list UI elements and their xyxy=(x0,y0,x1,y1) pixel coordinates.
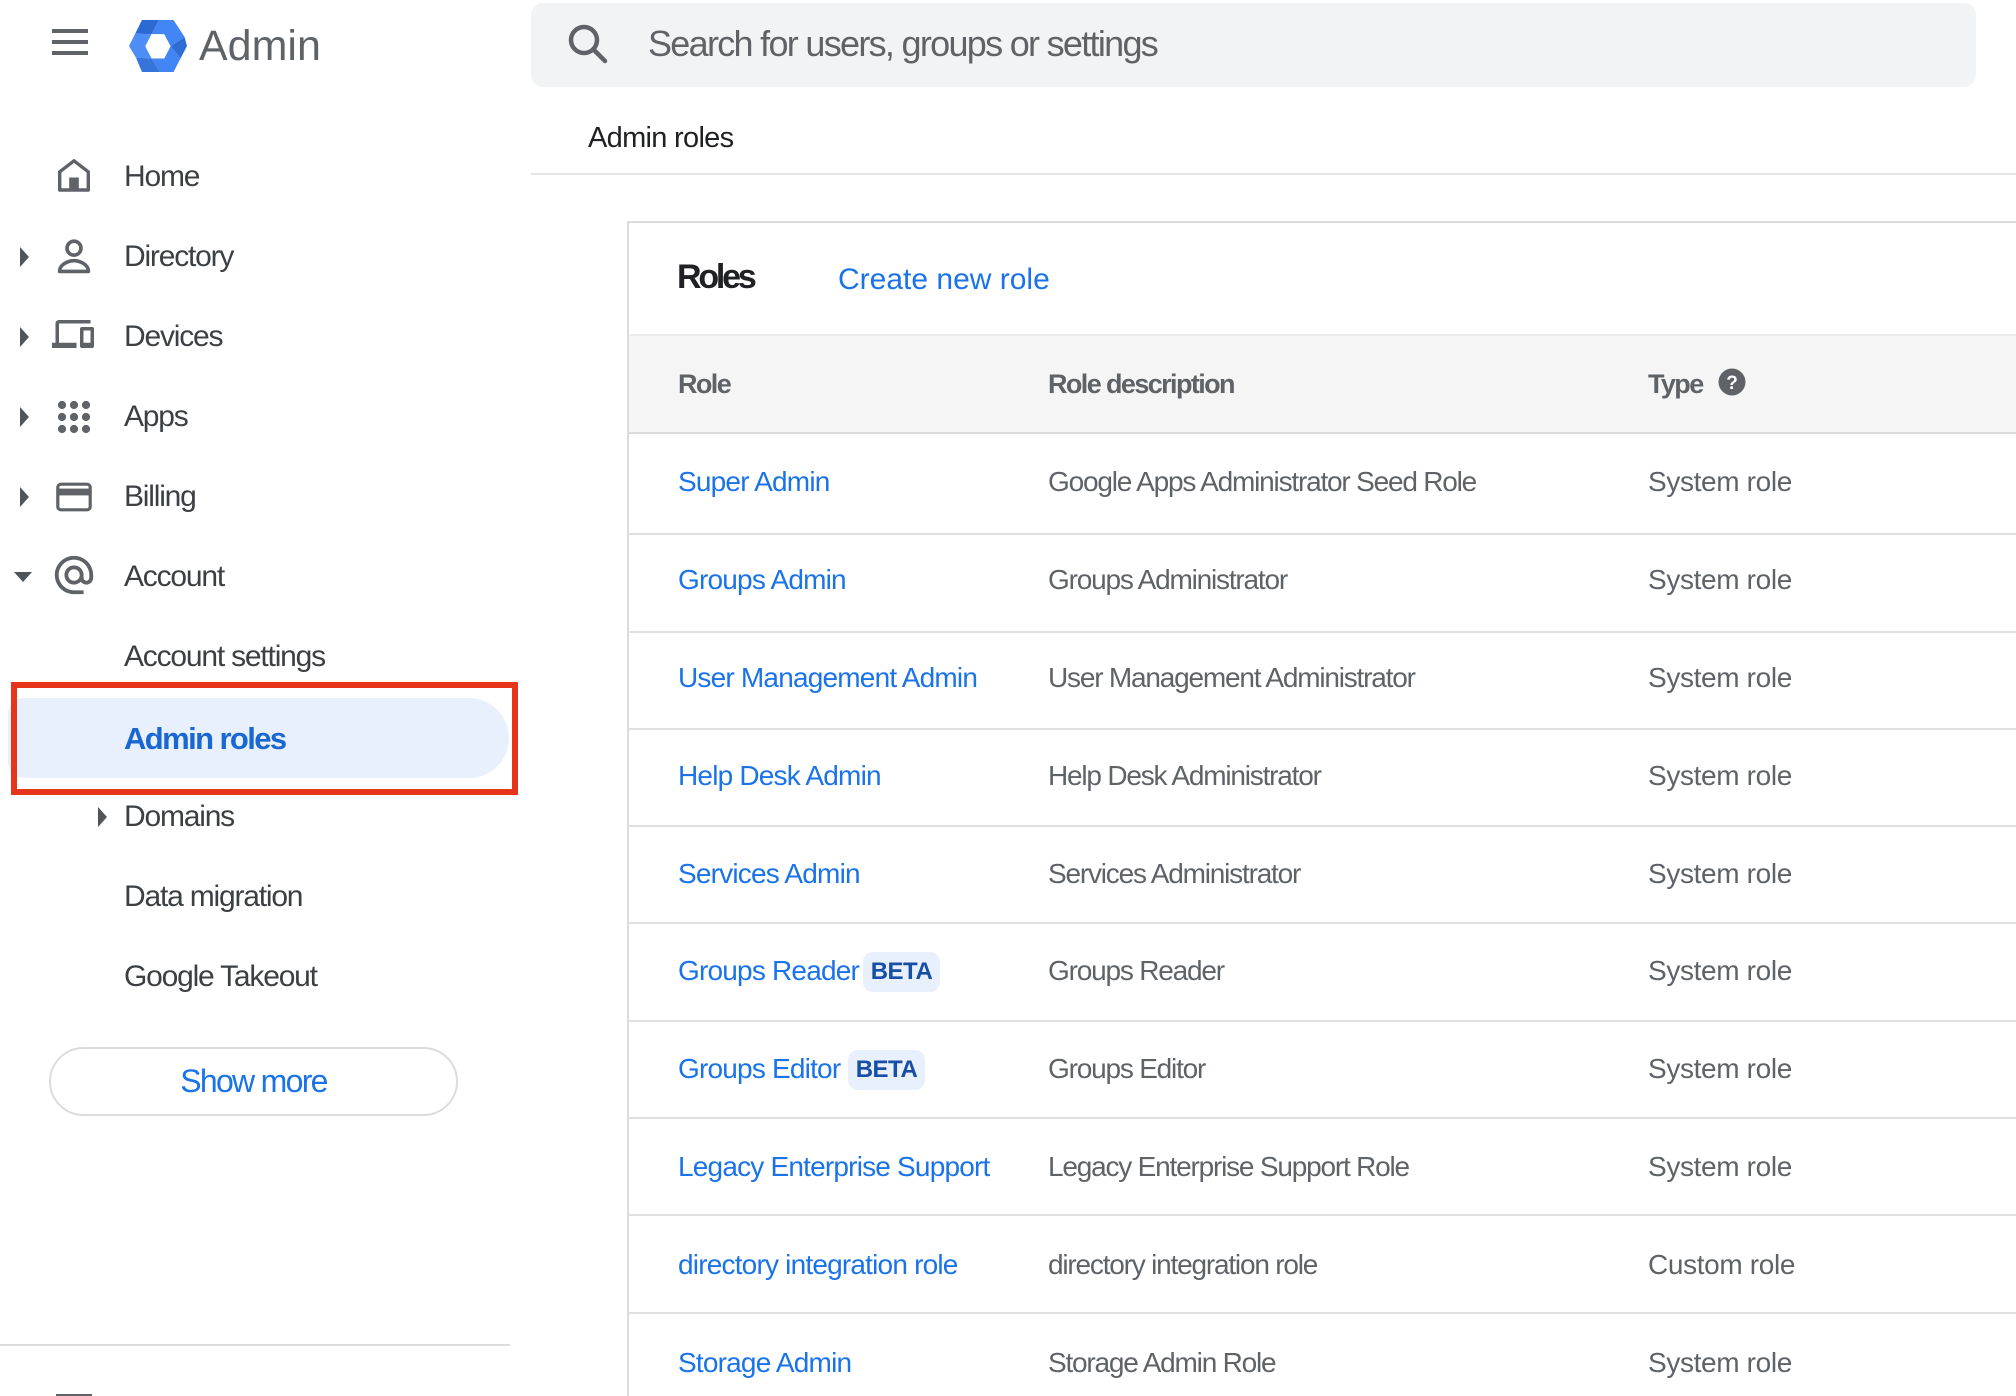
svg-text:?: ? xyxy=(1726,373,1738,394)
